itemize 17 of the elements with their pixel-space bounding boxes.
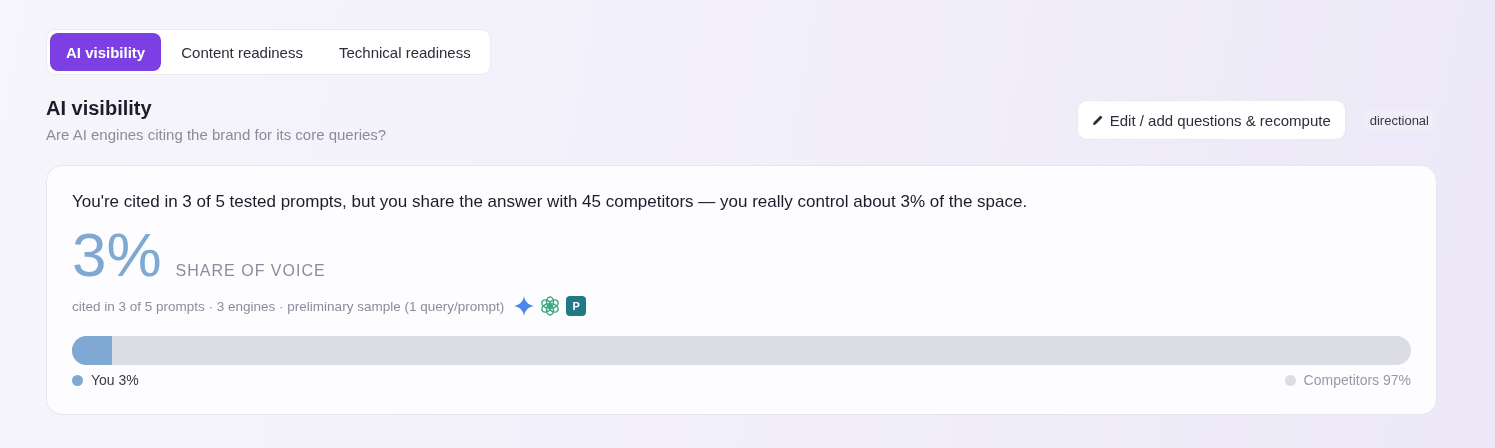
tab[interactable]: Content readiness (165, 33, 319, 71)
status-badge: directional (1361, 109, 1437, 131)
tab[interactable]: AI visibility (50, 33, 162, 71)
metric-label: SHARE OF VOICE (175, 262, 326, 280)
sparkle-icon (514, 296, 535, 316)
legend-label: You 3% (91, 372, 139, 388)
legend-label: Competitors 97% (1303, 372, 1411, 388)
summary-text: You're cited in 3 of 5 tested prompts, but you share the answer with 45 competitors — you really control about 3% of the space. (72, 192, 1029, 212)
pencil-icon (1091, 114, 1104, 126)
edit-button[interactable]: Edit / add questions & recompute (1076, 100, 1346, 140)
detail-text: cited in 3 of 5 prompts · 3 engines · preliminary sample (1 query/prompt) (72, 298, 505, 314)
metric-value: 3% (72, 224, 162, 286)
tab[interactable]: Technical readiness (322, 33, 487, 71)
section-subtitle: Are AI engines citing the brand for its core queries? (46, 126, 388, 143)
letter-icon: P (566, 296, 587, 316)
knot-icon (540, 296, 561, 316)
section-title: AI visibility (46, 97, 153, 120)
